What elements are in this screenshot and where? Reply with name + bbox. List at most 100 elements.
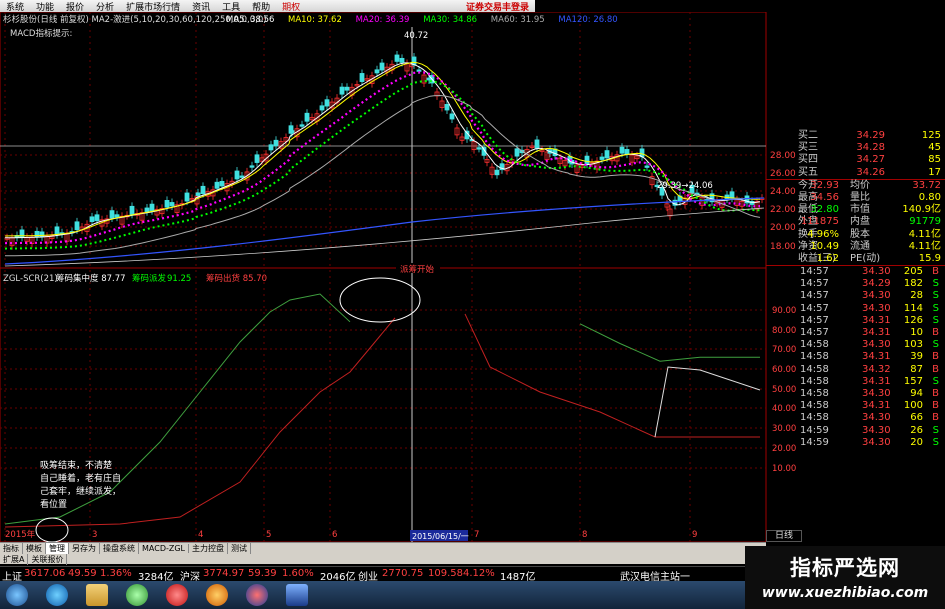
- stat-row: 今开 32.93 均价 33.72: [766, 180, 945, 192]
- candle-body: [74, 221, 80, 231]
- candle-body: [599, 156, 605, 160]
- menu-item-ext-market[interactable]: 扩展市场行情: [120, 0, 186, 13]
- app-red-icon[interactable]: [166, 584, 188, 606]
- low-price-label: 29.39→24.06: [657, 181, 713, 191]
- stat-row: 最高 34.56 量比 0.80: [766, 192, 945, 204]
- stat-value: 4.11亿: [908, 240, 941, 252]
- candle-body: [324, 99, 330, 107]
- candle-body: [19, 229, 25, 238]
- start-orb-icon[interactable]: [6, 584, 28, 606]
- status-item-1: 3617.06: [24, 568, 66, 579]
- status-item-6: 3774.97: [203, 568, 245, 579]
- tick-direction: B: [932, 363, 939, 375]
- tab-3[interactable]: 另存为: [69, 543, 100, 554]
- ext-tab-1[interactable]: 关联报价: [28, 553, 68, 565]
- ie-browser-icon[interactable]: [46, 584, 68, 606]
- ext-tab-0[interactable]: 扩展A: [0, 553, 29, 565]
- login-link[interactable]: 证券交易丰登录: [460, 0, 535, 13]
- tick-row: 14:57 34.31 126 S: [766, 315, 945, 327]
- tick-time: 14:59: [800, 424, 829, 436]
- app-stock-icon[interactable]: [246, 584, 268, 606]
- date-tick-label: 7: [474, 530, 479, 540]
- app-blue-icon[interactable]: [286, 584, 308, 606]
- tick-volume: 182: [903, 278, 923, 290]
- tick-time: 14:58: [800, 387, 829, 399]
- status-item-3: 1.36%: [100, 568, 132, 579]
- tick-row: 14:57 34.31 10 B: [766, 327, 945, 339]
- status-item-8: 1.60%: [282, 568, 314, 579]
- bid-volume: 45: [928, 142, 941, 154]
- tick-row: 14:57 34.30 28 S: [766, 290, 945, 302]
- indicator-frame: [0, 267, 767, 542]
- windows-taskbar: [0, 581, 745, 609]
- candle-body: [416, 69, 422, 72]
- chip-sell-line: [654, 366, 761, 438]
- stat-label: 股本: [850, 228, 870, 240]
- tick-direction: S: [932, 436, 939, 448]
- candle-body: [234, 170, 240, 180]
- stat-value: 111875: [800, 216, 839, 228]
- tick-time: 14:58: [800, 363, 829, 375]
- menu-item-help[interactable]: 帮助: [246, 0, 276, 13]
- extra-tabs: 扩展A 关联报价: [0, 553, 766, 565]
- ma120-line: [4, 197, 765, 265]
- tick-price: 34.30: [862, 436, 891, 448]
- media-icon[interactable]: [126, 584, 148, 606]
- tick-row: 14:58 34.31 100 B: [766, 400, 945, 412]
- crosshair-date: 2015/06/15/一: [412, 532, 469, 541]
- tick-price: 34.31: [862, 327, 891, 338]
- stat-value: 32.93: [810, 179, 839, 191]
- tab-2[interactable]: 管理: [46, 543, 69, 554]
- tab-4[interactable]: 操盘系统: [100, 543, 139, 554]
- tick-row: 14:59 34.30 26 S: [766, 425, 945, 437]
- menu-item-system[interactable]: 系统: [0, 0, 30, 13]
- tick-row: 14:58 34.30 94 B: [766, 388, 945, 400]
- candle-body: [399, 57, 405, 63]
- bid-row: 买二 34.29 125: [766, 130, 945, 142]
- ind-series-c: 筹码出货 85.70: [206, 273, 267, 284]
- tab-7[interactable]: 测试: [228, 543, 252, 554]
- tick-price: 34.30: [862, 387, 891, 399]
- tick-time: 14:57: [800, 327, 829, 338]
- candle-body: [476, 147, 482, 150]
- candlesticks: [4, 50, 765, 250]
- menu-item-news[interactable]: 资讯: [186, 0, 216, 13]
- menu-item-function[interactable]: 功能: [30, 0, 60, 13]
- stat-label: 量比: [850, 191, 870, 203]
- menu-item-tools[interactable]: 工具: [216, 0, 246, 13]
- tab-1[interactable]: 模板: [23, 543, 46, 554]
- ind-series-a: 筹码集中度 87.77: [56, 273, 126, 284]
- indicator-tabs: 指标 模板 管理 另存为 操盘系统 MACD-ZGL 主力控盘 测试: [0, 542, 766, 554]
- ma-label-1: MA10: 37.62: [288, 15, 342, 25]
- tick-volume: 20: [910, 436, 923, 448]
- candle-body: [319, 105, 325, 111]
- tick-volume: 87: [910, 363, 923, 375]
- period-daily-button[interactable]: 日线: [766, 530, 802, 542]
- candle-body: [239, 175, 245, 178]
- candle-body: [89, 216, 95, 223]
- tick-time: 14:57: [800, 266, 829, 278]
- menu-item-quote[interactable]: 报价: [60, 0, 90, 13]
- menu-item-options[interactable]: 期权: [276, 0, 306, 13]
- ind-name: ZGL-SCR(21): [3, 274, 58, 284]
- app-orange-icon[interactable]: [206, 584, 228, 606]
- candle-body: [444, 104, 450, 111]
- ma-label-3: MA30: 34.86: [423, 15, 477, 25]
- tick-price: 34.30: [862, 412, 891, 424]
- tick-direction: S: [932, 290, 939, 302]
- tab-6[interactable]: 主力控盘: [189, 543, 229, 554]
- annotation-line-1: 自己睡着，老有庄自: [40, 472, 121, 484]
- tick-time: 14:57: [800, 278, 829, 290]
- chart-labels: 28.0026.0024.0022.0020.0018.0090.0080.00…: [3, 14, 796, 542]
- date-tick-label: 9: [692, 530, 697, 540]
- tab-5[interactable]: MACD-ZGL: [139, 544, 190, 553]
- tab-0[interactable]: 指标: [0, 543, 23, 554]
- peak-price-label: 40.72: [404, 31, 428, 41]
- tick-direction: B: [932, 266, 939, 278]
- candle-body: [449, 113, 455, 120]
- status-item-2: 49.59: [68, 568, 97, 579]
- menu-item-analysis[interactable]: 分析: [90, 0, 120, 13]
- folder-icon[interactable]: [86, 584, 108, 606]
- tick-row: 14:58 34.31 39 B: [766, 351, 945, 363]
- tick-time: 14:58: [800, 412, 829, 424]
